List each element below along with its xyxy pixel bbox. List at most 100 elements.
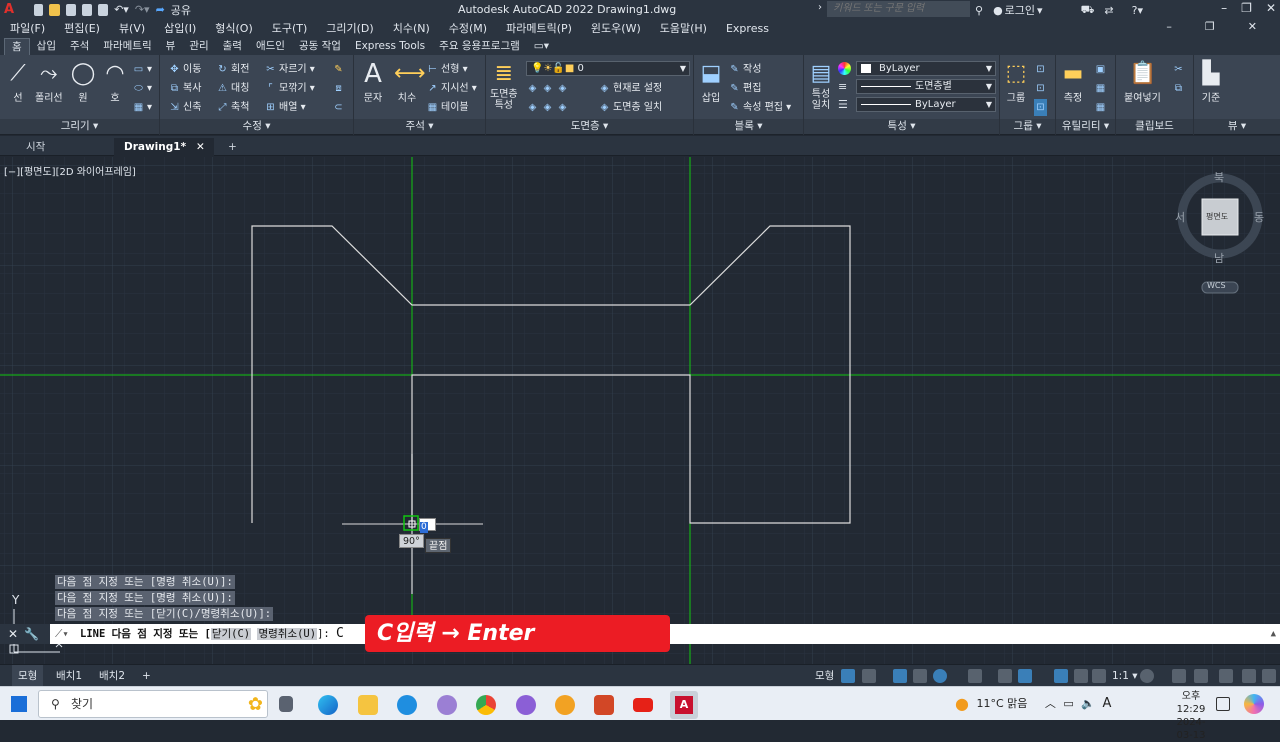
search-tool-icon[interactable]	[555, 695, 575, 715]
save-as-icon[interactable]	[82, 3, 93, 16]
edge-browser-icon[interactable]	[318, 695, 338, 715]
autocad-logo-icon[interactable]: A	[4, 2, 14, 17]
tab-featured-apps[interactable]: 주요 응용프로그램	[432, 38, 527, 55]
task-view-icon[interactable]	[279, 696, 293, 712]
menu-view[interactable]: 뷰(V)	[119, 20, 145, 36]
tab-addins[interactable]: 애드인	[249, 38, 292, 55]
add-layout-button[interactable]: +	[142, 665, 151, 687]
doc-minimize-icon[interactable]: –	[1166, 20, 1172, 33]
annotation-scale-icon[interactable]	[1092, 669, 1106, 683]
menu-tools[interactable]: 도구(T)	[272, 20, 308, 36]
menu-draw[interactable]: 그리기(D)	[326, 20, 373, 36]
tab-express-tools[interactable]: Express Tools	[348, 38, 432, 55]
user-icon[interactable]: ●	[993, 4, 1003, 17]
paste-button[interactable]: 📋 붙여넣기	[1124, 61, 1161, 104]
measure-button[interactable]: ▬ 측정	[1060, 61, 1086, 104]
search-chevron-icon[interactable]: ›	[818, 2, 822, 13]
keyword-search-input[interactable]	[827, 1, 970, 17]
tab-layout1[interactable]: 배치1	[56, 665, 82, 687]
option-close[interactable]: 닫기(C)	[210, 628, 252, 640]
groups-panel-title[interactable]: 그룹 ▾	[1000, 119, 1055, 134]
workspace-gear-icon[interactable]	[1140, 669, 1154, 683]
cart-icon[interactable]: ⛟	[1081, 3, 1095, 18]
infer-constraints-icon[interactable]	[893, 669, 907, 683]
table-button[interactable]: ▦ 테이블	[426, 99, 469, 116]
weather-label[interactable]: 11°C 맑음	[976, 697, 1027, 710]
polyline-button[interactable]: ⤳ 폴리선	[35, 61, 63, 104]
group-edit-button[interactable]: ⊡	[1034, 80, 1049, 97]
search-icon[interactable]: ⚲	[975, 4, 983, 17]
layer-dropdown[interactable]: 💡☀🔓■ 0 ▼	[526, 61, 690, 76]
modify-panel-title[interactable]: 수정 ▾	[160, 119, 353, 134]
object-snap-tracking-icon[interactable]	[998, 669, 1012, 683]
doc-close-icon[interactable]: ✕	[1248, 20, 1257, 33]
view-panel-title[interactable]: 뷰 ▾	[1194, 119, 1280, 134]
help-icon[interactable]: ?▾	[1132, 4, 1143, 17]
doc-restore-icon[interactable]: ❐	[1205, 20, 1215, 33]
move-button[interactable]: ✥ 이동	[168, 61, 201, 78]
model-space-button[interactable]: 모형	[815, 665, 834, 687]
trim-button[interactable]: ✂ 자르기 ▾	[264, 61, 315, 78]
viewcube-west[interactable]: 서	[1175, 209, 1185, 225]
network-icon[interactable]: ▭	[1063, 697, 1073, 710]
new-tab-button[interactable]: +	[218, 138, 238, 156]
taskbar-search-box[interactable]: ⚲ 찾기 ✿	[38, 690, 268, 718]
menu-insert[interactable]: 삽입(I)	[164, 20, 196, 36]
tab-home[interactable]: 홈	[4, 38, 30, 55]
quick-select-button[interactable]: ▣	[1094, 61, 1109, 78]
app-icon[interactable]	[516, 695, 536, 715]
redo-icon[interactable]: ↷▾	[135, 3, 150, 16]
make-current-button[interactable]: ◈ 현재로 설정	[598, 80, 663, 97]
annotation-scale-dropdown[interactable]: 1:1 ▾	[1112, 665, 1138, 687]
autocad-taskbar-icon[interactable]: A	[670, 691, 698, 719]
tab-insert[interactable]: 삽입	[30, 38, 63, 55]
explode-button[interactable]: ⧈	[332, 80, 347, 97]
edit-block-button[interactable]: ✎ 편집	[728, 80, 761, 97]
layers-panel-title[interactable]: 도면층 ▾	[486, 119, 693, 134]
login-label[interactable]: 로그인	[1005, 2, 1035, 18]
leader-button[interactable]: ↗ 지시선 ▾	[426, 80, 477, 97]
ribbon-options-icon[interactable]: ▭▾	[527, 38, 556, 55]
point-style-button[interactable]: ▦	[1094, 99, 1109, 116]
fillet-button[interactable]: ⌜ 모깎기 ▾	[264, 80, 315, 97]
arc-button[interactable]: ◠ 호	[102, 61, 128, 104]
cut-button[interactable]: ✂	[1172, 61, 1187, 78]
layer-match-button[interactable]: ◈ 도면층 일치	[598, 99, 663, 116]
hatch-button[interactable]: ▦ ▾	[132, 99, 152, 116]
rotate-button[interactable]: ↻ 회전	[216, 61, 249, 78]
ungroup-button[interactable]: ⊡	[1034, 61, 1049, 78]
volume-icon[interactable]: 🔈	[1081, 697, 1095, 710]
share-icon[interactable]: ➦	[156, 3, 165, 16]
menu-file[interactable]: 파일(F)	[10, 20, 45, 36]
clock[interactable]: 오후 12:29 2024-03-13	[1170, 690, 1212, 742]
plus-icon[interactable]	[1172, 669, 1186, 683]
command-typed-text[interactable]: C	[336, 626, 344, 641]
tab-parametric[interactable]: 파라메트릭	[96, 38, 158, 55]
command-recent-icon[interactable]: ⟋▾	[55, 624, 69, 644]
properties-panel-title[interactable]: 특성 ▾	[804, 119, 999, 134]
weather-icon[interactable]: ●	[955, 694, 969, 713]
match-properties-button[interactable]: ▤ 특성 일치	[808, 61, 834, 111]
auto-scale-icon[interactable]	[1074, 669, 1088, 683]
circle-button[interactable]: ◯ 원	[70, 61, 96, 104]
login-chevron-icon[interactable]: ▾	[1037, 4, 1043, 17]
array-button[interactable]: ⊞ 배열 ▾	[264, 99, 305, 116]
ortho-mode-icon[interactable]	[913, 669, 927, 683]
menu-express[interactable]: Express	[726, 22, 769, 35]
new-file-icon[interactable]	[34, 3, 44, 16]
menu-edit[interactable]: 편집(E)	[64, 20, 100, 36]
dynamic-input-field[interactable]: 0	[419, 518, 436, 533]
option-undo[interactable]: 명령취소(U)	[257, 628, 318, 640]
paint-app-icon[interactable]	[437, 695, 457, 715]
powerpoint-icon[interactable]	[594, 695, 614, 715]
ime-indicator[interactable]: A	[1103, 696, 1112, 711]
plot-icon[interactable]	[98, 3, 109, 16]
lineweight-dropdown[interactable]: 도면층별 ▼	[856, 79, 996, 94]
offset-button[interactable]: ⊂	[332, 99, 347, 116]
viewcube-east[interactable]: 동	[1254, 209, 1264, 225]
customize-wrench-icon[interactable]: 🔧	[24, 624, 39, 644]
layer-properties-button[interactable]: ≣ 도면층 특성	[490, 61, 518, 111]
create-block-button[interactable]: ✎ 작성	[728, 61, 761, 78]
notification-icon[interactable]	[1216, 697, 1230, 711]
scale-button[interactable]: ⤢ 축척	[216, 99, 250, 116]
